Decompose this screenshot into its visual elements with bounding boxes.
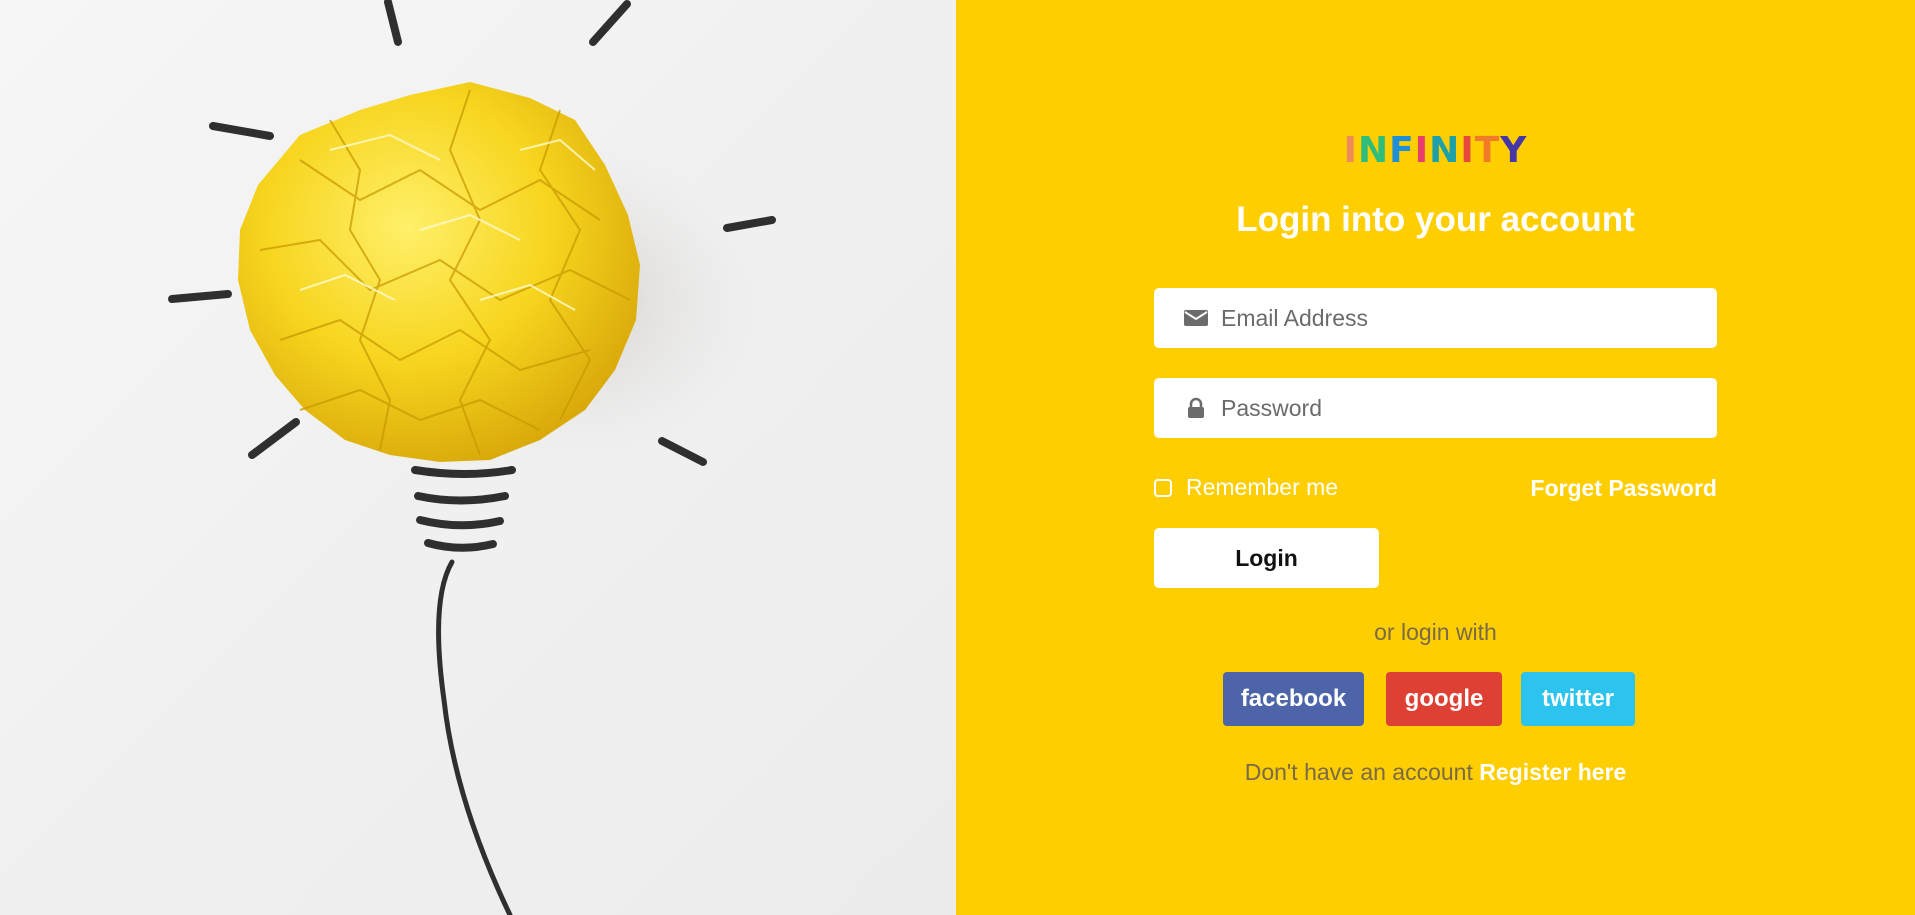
facebook-login-button[interactable]: facebook	[1223, 672, 1364, 726]
paper-ball	[238, 82, 640, 462]
page-title: Login into your account	[1236, 200, 1635, 239]
register-link[interactable]: Register here	[1479, 759, 1626, 785]
lock-icon	[1181, 397, 1211, 419]
forget-password-link[interactable]: Forget Password	[1530, 474, 1717, 502]
or-login-with-text: or login with	[1374, 619, 1497, 645]
illustration-panel	[0, 0, 956, 915]
logo-letter: Y	[1500, 130, 1528, 171]
login-page: INFINITY Login into your account Email A…	[0, 0, 1915, 915]
logo-letter: F	[1389, 130, 1415, 171]
logo-letter: T	[1474, 130, 1501, 171]
twitter-login-button[interactable]: twitter	[1521, 672, 1635, 726]
logo-letter: N	[1358, 130, 1390, 171]
remember-label: Remember me	[1186, 474, 1339, 500]
login-button[interactable]: Login	[1154, 528, 1379, 588]
password-field-container[interactable]	[1154, 378, 1717, 438]
email-input[interactable]	[1221, 304, 1691, 332]
remember-me[interactable]: Remember me	[1154, 474, 1338, 501]
logo-letter: N	[1429, 130, 1461, 171]
google-login-button[interactable]: google	[1386, 672, 1502, 726]
register-prompt: Don't have an account Register here	[956, 757, 1915, 787]
email-field-container[interactable]	[1154, 288, 1717, 348]
password-input[interactable]	[1221, 394, 1691, 422]
logo-letter: I	[1343, 130, 1359, 171]
login-panel: INFINITY Login into your account Email A…	[956, 0, 1915, 915]
logo-letter: I	[1414, 130, 1430, 171]
register-prompt-text: Don't have an account	[1244, 759, 1473, 785]
brand-logo: INFINITY	[956, 128, 1915, 174]
logo-letter: I	[1460, 130, 1475, 171]
envelope-icon	[1181, 308, 1211, 328]
remember-checkbox[interactable]	[1154, 478, 1172, 497]
crumpled-paper-lightbulb-icon	[168, 0, 776, 915]
